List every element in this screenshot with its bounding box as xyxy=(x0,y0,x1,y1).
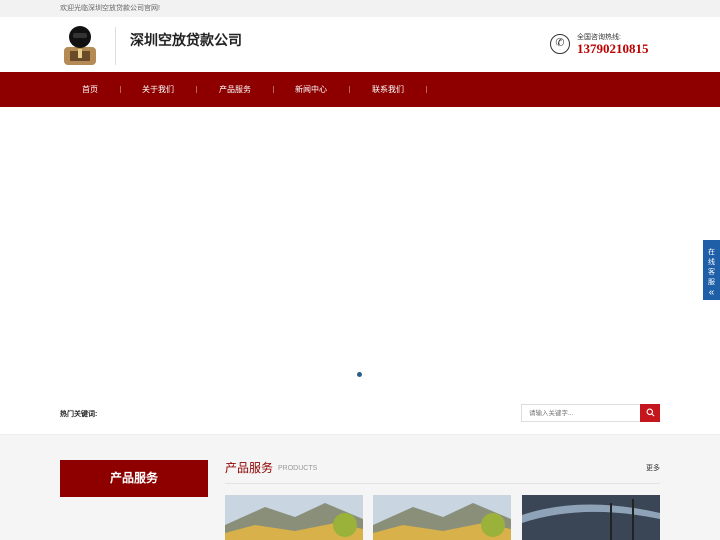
nav-item-products[interactable]: 产品服务 xyxy=(219,72,251,107)
header: 深圳空放贷款公司 ✆ 全国咨询热线: 13790210815 xyxy=(0,17,720,72)
welcome-text: 欢迎光临深圳空放贷款公司官网! xyxy=(60,5,160,12)
search-button[interactable] xyxy=(640,404,660,422)
nav-item-about[interactable]: 关于我们 xyxy=(142,72,174,107)
product-thumb[interactable] xyxy=(225,495,363,540)
hotline: ✆ 全国咨询热线: 13790210815 xyxy=(550,32,660,62)
search-icon xyxy=(646,408,654,417)
nav-separator xyxy=(196,86,197,93)
service-char: 客 xyxy=(708,269,715,276)
hotline-number: 13790210815 xyxy=(577,41,649,56)
section-subtitle: PRODUCTS xyxy=(278,465,318,472)
site-logo[interactable] xyxy=(60,23,100,67)
hot-keywords-label: 热门关键词: xyxy=(60,411,98,418)
nav-item-home[interactable]: 首页 xyxy=(82,72,98,107)
product-thumb[interactable] xyxy=(522,495,660,540)
nav-item-news[interactable]: 新闻中心 xyxy=(295,72,327,107)
service-char: 线 xyxy=(708,259,715,266)
nav-separator xyxy=(273,86,274,93)
search-row: 热门关键词: xyxy=(0,395,720,435)
section-divider xyxy=(225,483,660,484)
search-input[interactable] xyxy=(521,404,641,422)
more-link[interactable]: 更多 xyxy=(646,463,660,473)
product-thumb[interactable] xyxy=(373,495,511,540)
online-service-button[interactable]: 在 线 客 服 « xyxy=(703,240,720,300)
section-title: 产品服务 xyxy=(225,461,274,475)
sidebar-title[interactable]: 产品服务 xyxy=(60,460,208,497)
phone-icon: ✆ xyxy=(550,34,570,54)
nav-item-contact[interactable]: 联系我们 xyxy=(372,72,404,107)
banner-slider xyxy=(0,107,720,395)
slider-dot[interactable] xyxy=(357,372,362,377)
nav-separator xyxy=(120,86,121,93)
nav-separator xyxy=(426,86,427,93)
products-section: 产品服务 产品服务 PRODUCTS 更多 xyxy=(0,435,720,540)
service-char: 在 xyxy=(708,249,715,256)
site-name[interactable]: 深圳空放贷款公司 xyxy=(130,30,242,50)
nav-separator xyxy=(349,86,350,93)
collapse-arrow-icon: « xyxy=(708,287,715,298)
top-welcome-bar: 欢迎光临深圳空放贷款公司官网! xyxy=(0,0,720,17)
header-divider xyxy=(115,27,116,65)
main-nav: 首页 关于我们 产品服务 新闻中心 联系我们 xyxy=(0,72,720,107)
